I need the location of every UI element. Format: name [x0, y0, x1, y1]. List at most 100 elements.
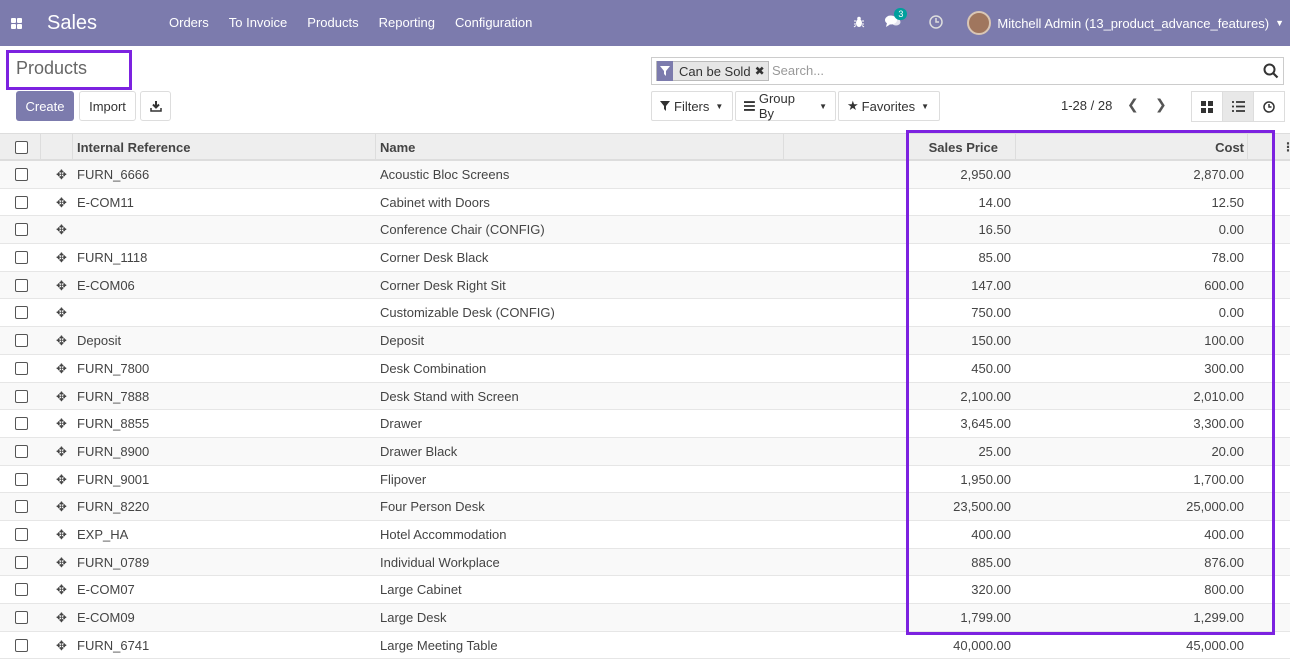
search-facet-can-be-sold[interactable]: Can be Sold ✖: [656, 61, 769, 81]
cell-internal-reference: FURN_8900: [77, 443, 150, 459]
download-icon: [149, 101, 162, 112]
table-row[interactable]: ✥ FURN_9001 Flipover 1,950.00 1,700.00: [0, 466, 1290, 494]
filters-label: Filters: [674, 98, 710, 114]
table-row[interactable]: ✥ E-COM11 Cabinet with Doors 14.00 12.50: [0, 189, 1290, 217]
menu-configuration[interactable]: Configuration: [445, 0, 542, 46]
drag-handle-icon[interactable]: ✥: [56, 466, 67, 493]
table-row[interactable]: ✥ Conference Chair (CONFIG) 16.50 0.00: [0, 216, 1290, 245]
filter-icon: [660, 101, 670, 111]
apps-menu-icon[interactable]: [0, 0, 32, 46]
menu-products[interactable]: Products: [297, 0, 368, 46]
messages-icon[interactable]: 3: [885, 8, 908, 31]
cell-cost: 2,010.00: [1193, 388, 1244, 404]
table-row[interactable]: ✥ FURN_6741 Large Meeting Table 40,000.00 45…: [0, 632, 1290, 660]
filters-dropdown[interactable]: Filters ▼: [651, 91, 733, 121]
cell-cost: 2,870.00: [1193, 167, 1244, 182]
table-row[interactable]: ✥ FURN_8900 Drawer Black 25.00 20.00: [0, 437, 1290, 466]
cell-internal-reference: FURN_9001: [77, 471, 150, 487]
table-row[interactable]: ✥ Customizable Desk (CONFIG) 750.00 0.00: [0, 299, 1290, 328]
group-by-dropdown[interactable]: Group By ▼: [735, 91, 836, 121]
facet-remove-icon[interactable]: ✖: [755, 64, 768, 78]
drag-handle-icon[interactable]: ✥: [56, 438, 67, 465]
drag-handle-icon[interactable]: ✥: [56, 216, 67, 243]
facet-label: Can be Sold: [679, 63, 751, 79]
download-button[interactable]: [140, 91, 171, 121]
table-row[interactable]: ✥ FURN_1118 Corner Desk Black 85.00 78.00: [0, 244, 1290, 272]
activity-view-icon[interactable]: [1254, 92, 1284, 121]
cell-sales-price: 14.00: [978, 194, 1011, 210]
table-row[interactable]: ✥ E-COM06 Corner Desk Right Sit 147.00 600.0…: [0, 271, 1290, 300]
drag-handle-icon[interactable]: ✥: [56, 576, 67, 603]
user-avatar[interactable]: [967, 11, 992, 35]
table-row[interactable]: ✥ EXP_HA Hotel Accommodation 400.00 400.00: [0, 521, 1290, 549]
drag-handle-icon[interactable]: ✥: [56, 327, 67, 354]
drag-handle-icon[interactable]: ✥: [56, 632, 67, 659]
cell-cost: 400.00: [1204, 526, 1244, 542]
app-brand[interactable]: Sales: [47, 12, 147, 35]
table-row[interactable]: ✥ FURN_7800 Desk Combination 450.00 300.00: [0, 355, 1290, 383]
cell-name: Large Cabinet: [380, 582, 462, 598]
drag-handle-icon[interactable]: ✥: [56, 244, 67, 271]
drag-handle-icon[interactable]: ✥: [56, 383, 67, 410]
search-input[interactable]: Search...: [772, 63, 824, 78]
bug-icon[interactable]: [853, 15, 865, 31]
pager-previous-icon[interactable]: ❮: [1127, 96, 1139, 113]
cell-internal-reference: FURN_6741: [77, 637, 150, 653]
kanban-view-icon[interactable]: [1192, 92, 1223, 121]
search-icon[interactable]: [1263, 63, 1279, 82]
favorites-dropdown[interactable]: ★ Favorites ▼: [838, 91, 940, 121]
table-row[interactable]: ✥ FURN_8220 Four Person Desk 23,500.00 25,00…: [0, 493, 1290, 521]
import-button[interactable]: Import: [79, 91, 136, 121]
cell-name: Corner Desk Right Sit: [380, 277, 506, 293]
drag-handle-icon[interactable]: ✥: [56, 604, 67, 631]
header-name[interactable]: Name: [380, 134, 415, 161]
cell-sales-price: 2,950.00: [960, 167, 1011, 182]
cell-cost: 1,700.00: [1193, 471, 1244, 487]
drag-handle-icon[interactable]: ✥: [56, 355, 67, 382]
create-button[interactable]: Create: [16, 91, 74, 121]
table-row[interactable]: ✥ E-COM07 Large Cabinet 320.00 800.00: [0, 576, 1290, 604]
drag-handle-icon[interactable]: ✥: [56, 549, 67, 576]
cell-cost: 78.00: [1211, 250, 1244, 266]
optional-columns-icon[interactable]: ⋮: [1282, 134, 1290, 161]
table-row[interactable]: ✥ E-COM09 Large Desk 1,799.00 1,299.00: [0, 604, 1290, 632]
drag-handle-icon[interactable]: ✥: [56, 410, 67, 437]
cell-internal-reference: E-COM07: [77, 582, 135, 598]
drag-handle-icon[interactable]: ✥: [56, 189, 67, 216]
cell-sales-price: 40,000.00: [953, 637, 1011, 653]
header-sales-price[interactable]: Sales Price: [910, 134, 998, 161]
cell-name: Acoustic Bloc Screens: [380, 167, 510, 182]
row-checkbox[interactable]: [15, 638, 28, 666]
drag-handle-icon[interactable]: ✥: [56, 521, 67, 548]
pager-value[interactable]: 1-28 / 28: [1061, 98, 1112, 113]
search-bar[interactable]: Can be Sold ✖ Search...: [651, 57, 1284, 85]
cell-sales-price: 1,950.00: [960, 471, 1011, 487]
cell-internal-reference: EXP_HA: [77, 526, 129, 542]
pager-next-icon[interactable]: ❯: [1155, 96, 1167, 113]
user-caret-icon[interactable]: ▼: [1275, 18, 1284, 28]
header-internal-reference[interactable]: Internal Reference: [77, 134, 190, 161]
table-row[interactable]: ✥ FURN_0789 Individual Workplace 885.00 876.…: [0, 548, 1290, 577]
drag-handle-icon[interactable]: ✥: [56, 299, 67, 326]
drag-handle-icon[interactable]: ✥: [56, 493, 67, 520]
menu-orders[interactable]: Orders: [159, 0, 219, 46]
activity-clock-icon[interactable]: [929, 14, 944, 32]
drag-handle-icon[interactable]: ✥: [56, 272, 67, 299]
table-row[interactable]: ✥ FURN_8855 Drawer 3,645.00 3,300.00: [0, 410, 1290, 438]
cell-internal-reference: Deposit: [77, 333, 122, 349]
table-header: Internal Reference Name Sales Price Cost…: [0, 133, 1290, 161]
header-cost[interactable]: Cost: [1020, 134, 1244, 161]
drag-handle-icon[interactable]: ✥: [56, 161, 67, 188]
cell-name: Hotel Accommodation: [380, 526, 507, 542]
menu-to-invoice[interactable]: To Invoice: [219, 0, 298, 46]
cell-cost: 0.00: [1218, 305, 1244, 321]
table-row[interactable]: ✥ FURN_6666 Acoustic Bloc Screens 2,950.00 2…: [0, 161, 1290, 189]
user-name[interactable]: Mitchell Admin (13_product_advance_featu…: [997, 16, 1269, 31]
cell-sales-price: 450.00: [971, 360, 1011, 376]
cell-internal-reference: FURN_0789: [77, 554, 150, 570]
table-row[interactable]: ✥ FURN_7888 Desk Stand with Screen 2,100.00…: [0, 382, 1290, 411]
menu-reporting[interactable]: Reporting: [369, 0, 445, 46]
list-view-icon[interactable]: [1223, 92, 1254, 121]
cell-name: Deposit: [380, 333, 425, 349]
table-row[interactable]: ✥ Deposit Deposit 150.00 100.00: [0, 327, 1290, 355]
